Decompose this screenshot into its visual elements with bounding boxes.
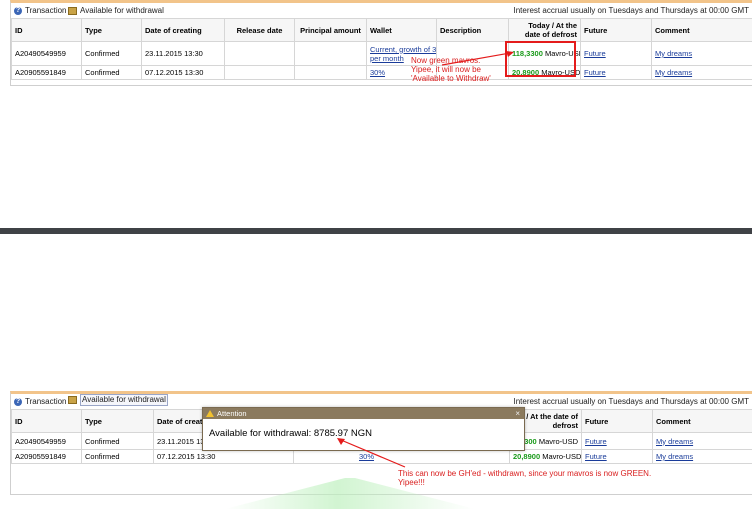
top-panel: ? Transaction Available for withdrawal I… <box>10 0 752 86</box>
table-row: A20905591849 Confirmed 07.12.2015 13:30 … <box>11 65 752 80</box>
transactions-table: ID Type Date of creating Release date Pr… <box>11 18 752 80</box>
col-future: Future <box>580 18 652 42</box>
future-link[interactable]: Future <box>585 452 607 461</box>
wallet-link[interactable]: 30% <box>370 68 385 77</box>
col-date: Date of creating <box>141 18 225 42</box>
wallet-icon <box>68 396 77 404</box>
future-link[interactable]: Future <box>584 68 606 77</box>
interest-note: Interest accrual usually on Tuesdays and… <box>513 397 749 406</box>
interest-note: Interest accrual usually on Tuesdays and… <box>513 6 749 15</box>
future-link[interactable]: Future <box>584 49 606 58</box>
warning-icon <box>206 410 214 417</box>
col-wallet: Wallet <box>366 18 437 42</box>
comment-link[interactable]: My dreams <box>656 437 693 446</box>
table-row: A20490549959 Confirmed 23.11.2015 13:30 … <box>11 41 752 66</box>
wallet-icon <box>68 6 77 15</box>
annotation-arrow-icon <box>441 51 514 66</box>
col-id: ID <box>11 18 82 42</box>
col-today: Today / At the date of defrost <box>508 18 581 42</box>
close-icon[interactable]: × <box>515 408 520 419</box>
toolbar: ? Transaction Available for withdrawal I… <box>11 3 752 18</box>
col-principal: Principal amount <box>294 18 367 42</box>
annotation-bottom: This can now be GH'ed - withdrawn, since… <box>398 469 652 487</box>
transaction-tab[interactable]: ? Transaction <box>14 394 67 409</box>
withdrawal-tab[interactable]: Available for withdrawal <box>68 394 168 406</box>
question-icon: ? <box>14 6 22 15</box>
col-release: Release date <box>224 18 295 42</box>
col-type: Type <box>81 18 142 42</box>
comment-link[interactable]: My dreams <box>655 68 692 77</box>
col-comment: Comment <box>651 18 752 42</box>
future-link[interactable]: Future <box>585 437 607 446</box>
comment-link[interactable]: My dreams <box>655 49 692 58</box>
transaction-tab[interactable]: ? Transaction <box>14 3 67 18</box>
dialog-titlebar: Attention <box>203 408 524 419</box>
table-header-row: ID Type Date of creating Release date Pr… <box>11 18 752 42</box>
comment-link[interactable]: My dreams <box>656 452 693 461</box>
col-description: Description <box>436 18 509 42</box>
annotation-arrow-icon <box>337 438 406 468</box>
divider <box>0 228 752 234</box>
question-icon: ? <box>14 397 22 406</box>
withdrawal-tab[interactable]: Available for withdrawal <box>68 3 164 18</box>
